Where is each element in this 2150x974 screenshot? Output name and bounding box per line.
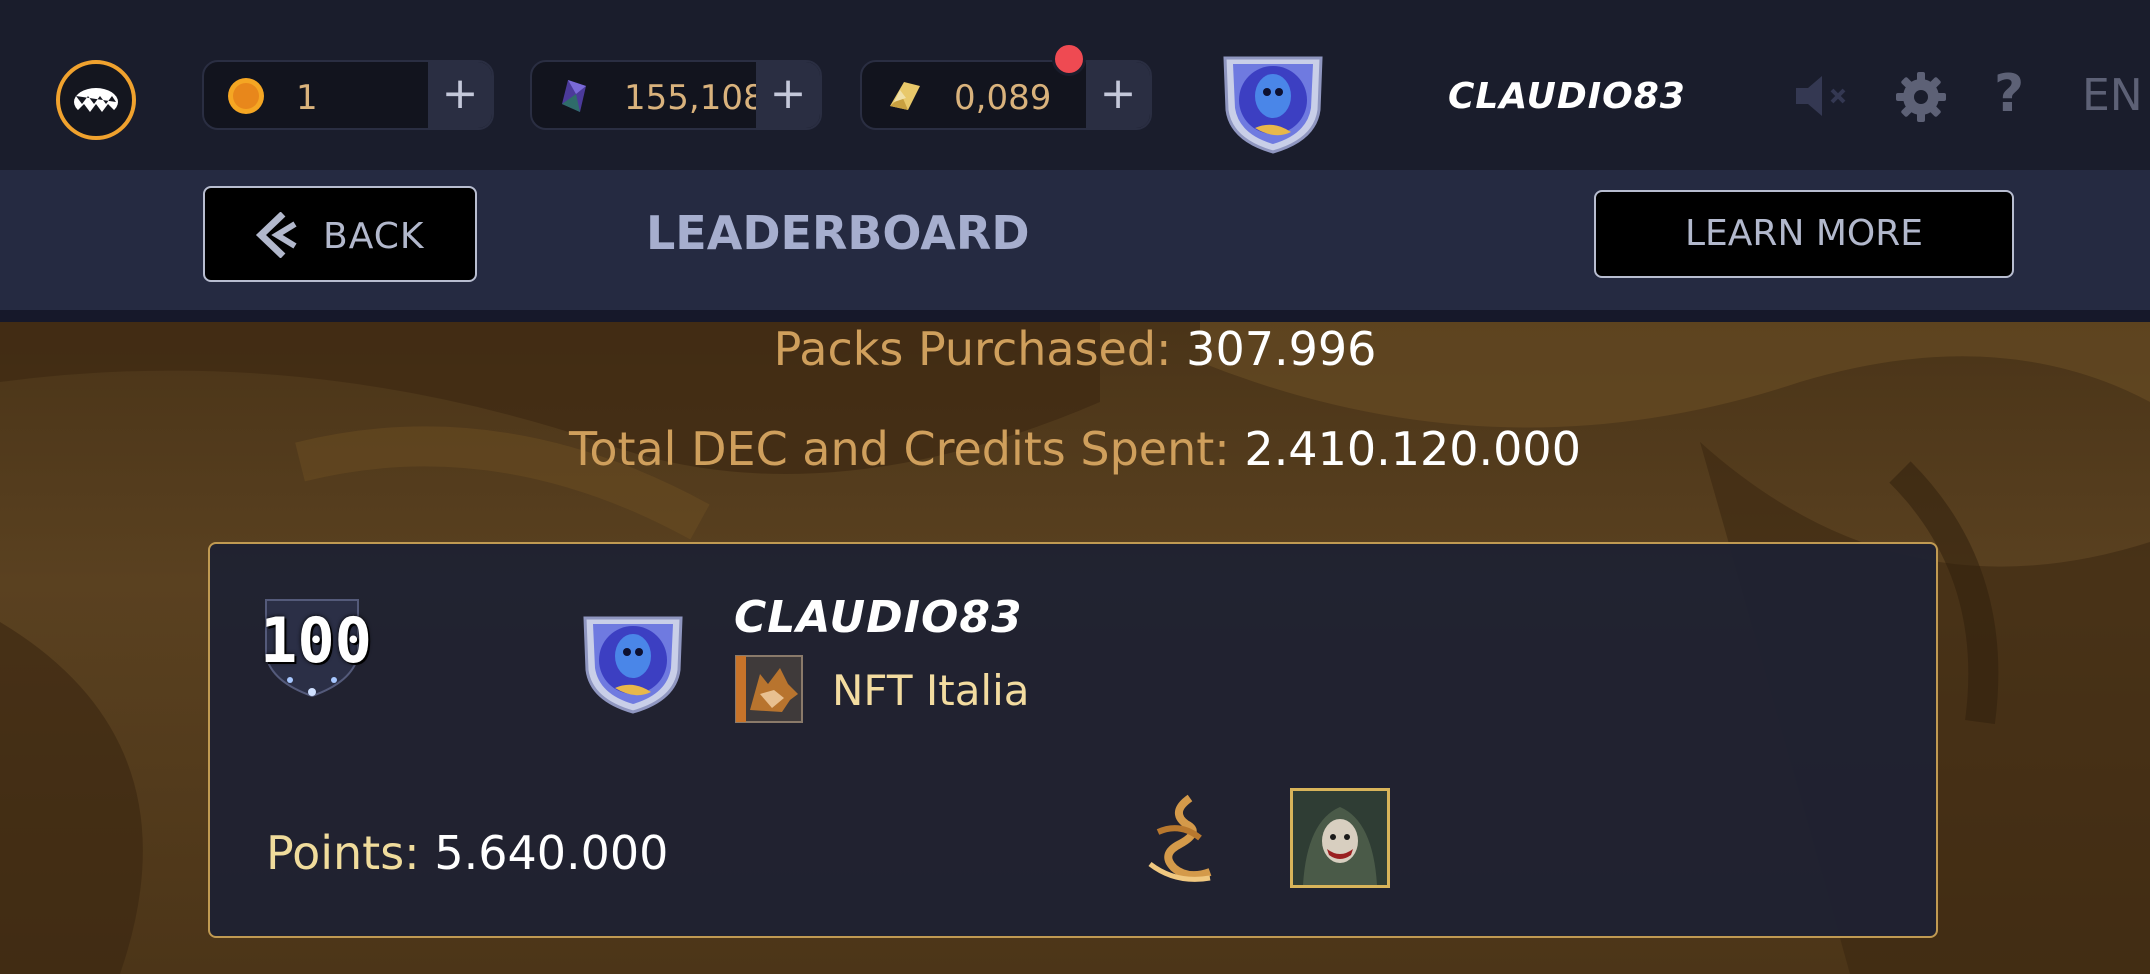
voucher-icon bbox=[890, 82, 920, 110]
notification-dot bbox=[1052, 42, 1086, 76]
coin-icon bbox=[228, 78, 264, 114]
username-label[interactable]: CLAUDIO83 bbox=[1448, 76, 1686, 117]
chevron-left-icon bbox=[255, 212, 297, 258]
swirl-emblem-icon bbox=[1148, 794, 1212, 882]
crystal-icon bbox=[562, 80, 586, 112]
mute-icon[interactable] bbox=[1792, 72, 1852, 120]
player-rank-card: 100 CLAUDIO83 NFT Italia Points: 5.640.0… bbox=[208, 542, 1938, 938]
top-bar: 1 + 155,108 + 0,089 + CLAUDIO83 ? EN bbox=[0, 0, 2150, 170]
card-username[interactable]: CLAUDIO83 bbox=[734, 592, 1023, 643]
help-icon[interactable]: ? bbox=[1994, 64, 2024, 124]
credits-counter: 1 + bbox=[202, 60, 494, 130]
add-credits-button[interactable]: + bbox=[428, 62, 492, 128]
add-vouchers-button[interactable]: + bbox=[1086, 62, 1150, 128]
player-avatar-icon bbox=[583, 616, 683, 714]
gear-icon[interactable] bbox=[1894, 70, 1948, 124]
dec-value: 155,108 bbox=[624, 78, 765, 118]
rank-number: 100 bbox=[260, 604, 372, 677]
dec-counter: 155,108 + bbox=[530, 60, 822, 130]
guild-name-link[interactable]: NFT Italia bbox=[832, 666, 1030, 715]
monster-logo-icon[interactable] bbox=[56, 60, 136, 140]
packs-purchased-stat: Packs Purchased: 307.996 bbox=[0, 322, 2150, 376]
learn-more-button[interactable]: LEARN MORE bbox=[1594, 190, 2014, 278]
points-display: Points: 5.640.000 bbox=[266, 826, 668, 880]
points-value: 5.640.000 bbox=[434, 826, 669, 880]
packs-purchased-label: Packs Purchased: bbox=[773, 322, 1172, 376]
vouchers-counter: 0,089 + bbox=[860, 60, 1152, 130]
total-spent-value: 2.410.120.000 bbox=[1244, 422, 1581, 476]
add-dec-button[interactable]: + bbox=[756, 62, 820, 128]
packs-purchased-value: 307.996 bbox=[1186, 322, 1377, 376]
language-selector[interactable]: EN bbox=[2082, 70, 2143, 121]
total-spent-stat: Total DEC and Credits Spent: 2.410.120.0… bbox=[0, 422, 2150, 476]
points-label: Points: bbox=[266, 826, 420, 880]
vouchers-value: 0,089 bbox=[954, 78, 1052, 118]
back-label: BACK bbox=[323, 216, 425, 257]
total-spent-label: Total DEC and Credits Spent: bbox=[569, 422, 1230, 476]
player-avatar-icon[interactable] bbox=[1215, 50, 1331, 154]
wolf-banner-icon bbox=[735, 655, 803, 723]
back-button[interactable]: BACK bbox=[203, 186, 477, 282]
card-portrait-icon[interactable] bbox=[1290, 788, 1390, 888]
sub-navigation-bar: BACK LEADERBOARD LEARN MORE bbox=[0, 170, 2150, 322]
credits-value: 1 bbox=[296, 78, 318, 118]
page-title: LEADERBOARD bbox=[646, 206, 1030, 260]
